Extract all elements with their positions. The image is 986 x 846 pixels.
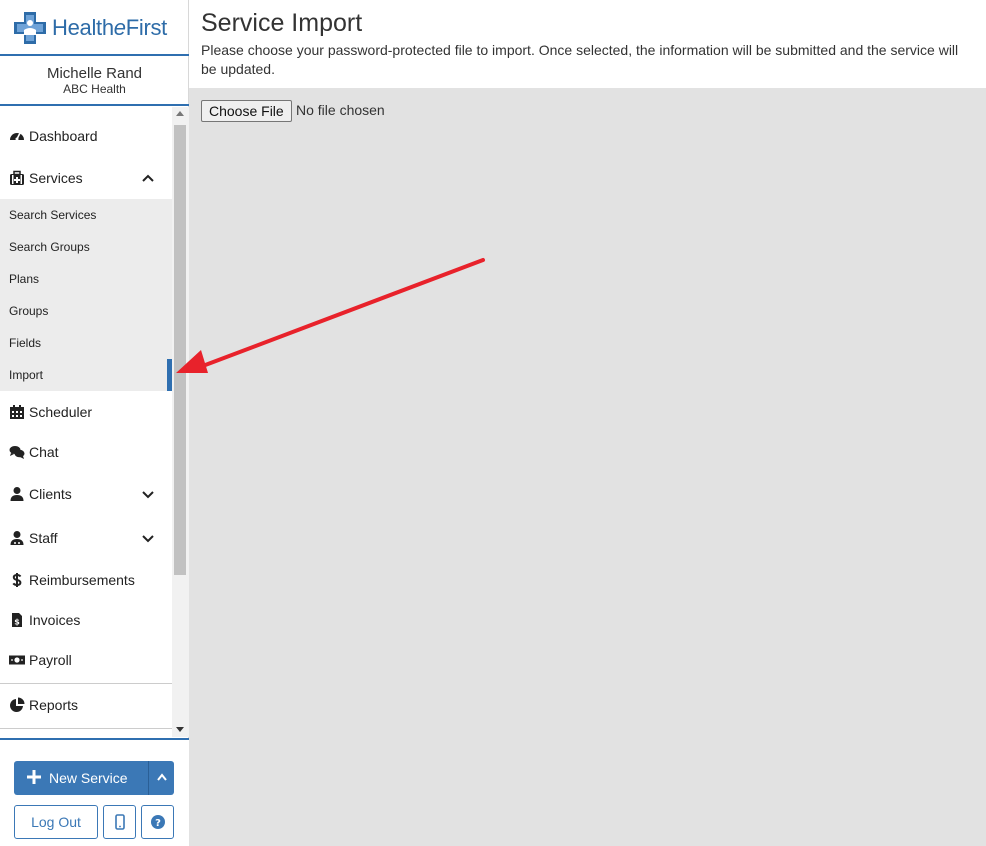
sub-item-search-services[interactable]: Search Services [0, 199, 172, 231]
new-service-label: New Service [49, 770, 128, 786]
help-button[interactable]: ? [141, 805, 174, 839]
svg-text:?: ? [155, 818, 161, 829]
invoice-icon: $ [12, 613, 22, 627]
services-submenu: Search Services Search Groups Plans Grou… [0, 199, 172, 391]
nav-item-invoices[interactable]: $ Invoices [0, 600, 172, 640]
content-area: Choose File No file chosen [189, 88, 986, 846]
nav-divider [0, 728, 172, 729]
nav-label-chat: Chat [29, 444, 59, 460]
choose-file-button[interactable]: Choose File [201, 100, 292, 122]
nav-item-reimbursements[interactable]: Reimbursements [0, 560, 172, 600]
nav-label-staff: Staff [29, 530, 58, 546]
money-bill-icon [9, 655, 25, 665]
user-org: ABC Health [63, 82, 126, 96]
nav-label-clients: Clients [29, 486, 72, 502]
nav-label-invoices: Invoices [29, 612, 81, 628]
nav-label-scheduler: Scheduler [29, 404, 93, 420]
nav-item-dashboard[interactable]: Dashboard [0, 116, 172, 156]
medkit-icon [10, 170, 24, 185]
nav-label-dashboard: Dashboard [29, 128, 98, 144]
new-service-button[interactable]: New Service [14, 761, 148, 795]
nav-item-payroll[interactable]: Payroll [0, 640, 172, 680]
page-description: Please choose your password-protected fi… [201, 42, 959, 77]
nav-item-staff[interactable]: Staff [0, 518, 172, 558]
chevron-down-icon [142, 535, 154, 543]
user-name: Michelle Rand [46, 65, 143, 82]
logo-mark-icon [14, 12, 46, 44]
nav-divider [0, 683, 172, 684]
brand-logo[interactable]: HealtheFirst [0, 0, 189, 56]
sub-item-search-groups[interactable]: Search Groups [0, 231, 172, 263]
nav-item-chat[interactable]: Chat [0, 432, 172, 472]
chevron-down-icon [142, 491, 154, 499]
caret-up-icon [157, 773, 167, 781]
user-info: Michelle Rand ABC Health [0, 56, 189, 106]
dollar-icon [12, 573, 22, 587]
user-doctor-icon [10, 531, 24, 545]
log-out-label: Log Out [31, 814, 81, 830]
scroll-down-arrow-icon[interactable] [176, 727, 184, 732]
pie-chart-icon [10, 697, 25, 712]
nav-label-reimbursements: Reimbursements [29, 572, 135, 588]
nav-label-services: Services [29, 170, 83, 186]
nav-item-services[interactable]: Services [0, 158, 172, 198]
gauge-icon [10, 132, 24, 141]
sidebar-scrollbar-thumb[interactable] [174, 125, 186, 575]
sub-item-fields[interactable]: Fields [0, 327, 172, 359]
sub-item-plans[interactable]: Plans [0, 263, 172, 295]
mobile-phone-icon [115, 814, 125, 830]
question-circle-icon: ? [151, 815, 165, 829]
calendar-icon [10, 405, 24, 419]
chevron-up-icon [142, 174, 154, 182]
brand-name: HealtheFirst [52, 15, 167, 40]
sidebar-nav: Dashboard Services Search Services Searc… [0, 107, 172, 737]
file-status: No file chosen [296, 102, 385, 118]
svg-text:$: $ [14, 618, 20, 627]
mobile-button[interactable] [103, 805, 136, 839]
sidebar-footer: New Service Log Out ? [0, 738, 189, 846]
nav-item-reports[interactable]: Reports [0, 685, 172, 725]
nav-label-reports: Reports [29, 697, 79, 713]
page-title: Service Import [201, 9, 363, 37]
sidebar: HealtheFirst Michelle Rand ABC Health Da… [0, 0, 189, 846]
nav-label-payroll: Payroll [29, 652, 72, 668]
nav-item-scheduler[interactable]: Scheduler [0, 392, 172, 432]
sub-item-import[interactable]: Import [0, 359, 172, 391]
user-icon [10, 487, 24, 501]
scroll-up-arrow-icon[interactable] [176, 111, 184, 116]
new-service-dropdown-toggle[interactable] [148, 761, 174, 795]
sub-item-groups[interactable]: Groups [0, 295, 172, 327]
comments-icon [9, 446, 25, 459]
log-out-button[interactable]: Log Out [14, 805, 98, 839]
plus-icon [27, 770, 41, 784]
page-header: Service Import Please choose your passwo… [189, 0, 986, 88]
nav-item-clients[interactable]: Clients [0, 474, 172, 514]
